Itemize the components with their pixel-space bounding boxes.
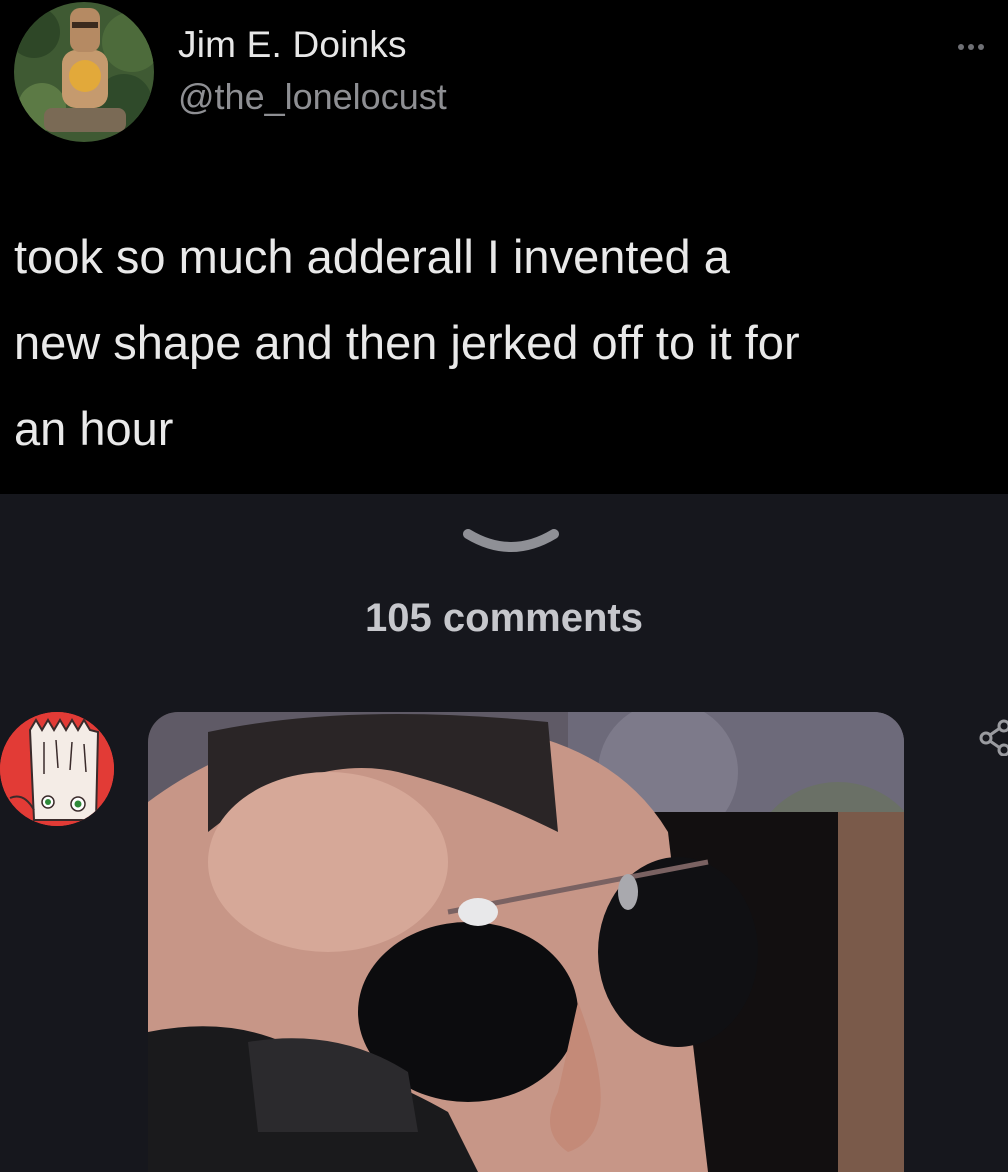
- chevron-down-icon[interactable]: [462, 526, 560, 562]
- tweet-card: Jim E. Doinks @the_lonelocust took so mu…: [0, 0, 1008, 494]
- commenter-avatar[interactable]: [0, 712, 114, 826]
- author-avatar-image: [14, 2, 154, 142]
- tweet-text-line: new shape and then jerked off to it for: [14, 316, 800, 369]
- comment-photo: [148, 712, 904, 1172]
- tweet-text-line: an hour: [14, 402, 174, 455]
- share-icon[interactable]: [978, 716, 1008, 757]
- more-horizontal-icon[interactable]: [958, 40, 1002, 54]
- more-dot: [978, 44, 984, 50]
- tweet-text-line: took so much adderall I invented a: [14, 230, 730, 283]
- more-dot: [968, 44, 974, 50]
- author-name[interactable]: Jim E. Doinks: [178, 24, 407, 66]
- comments-count[interactable]: 105 comments: [0, 596, 1008, 641]
- comment-image[interactable]: [148, 712, 904, 1172]
- author-avatar[interactable]: [14, 2, 154, 142]
- tweet-text: took so much adderall I invented a new s…: [14, 214, 994, 472]
- more-dot: [958, 44, 964, 50]
- commenter-avatar-image: [0, 712, 114, 826]
- author-handle[interactable]: @the_lonelocust: [178, 76, 447, 118]
